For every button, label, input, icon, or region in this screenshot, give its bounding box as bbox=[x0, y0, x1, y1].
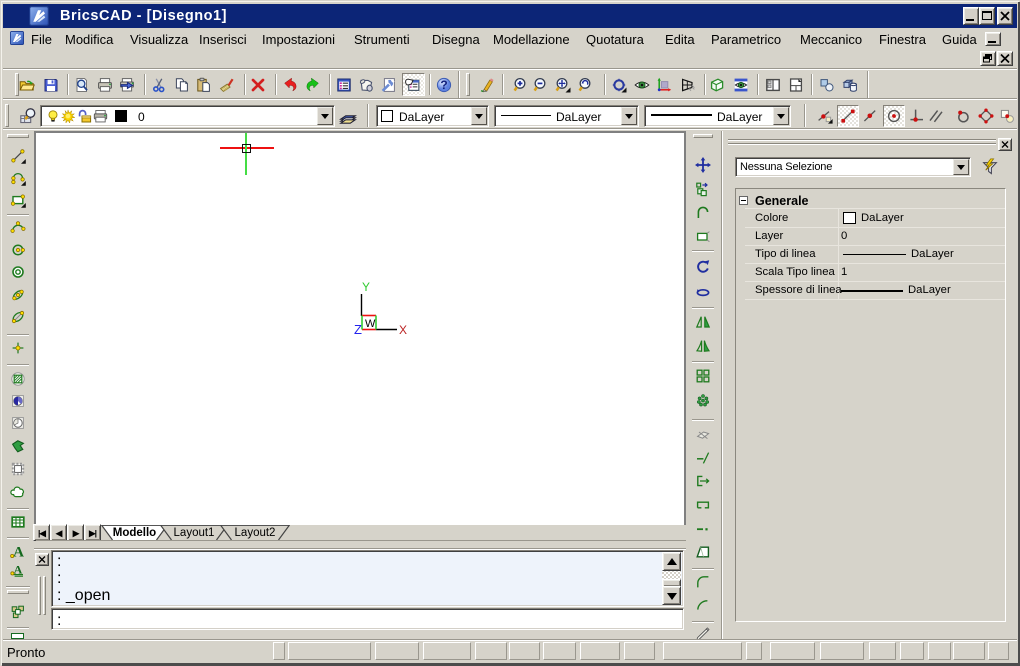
svg-text:Z: Z bbox=[354, 322, 362, 337]
svg-text:W: W bbox=[365, 318, 376, 330]
svg-text:A: A bbox=[13, 544, 24, 559]
svg-text:?: ? bbox=[440, 78, 447, 92]
svg-text:X: X bbox=[399, 323, 407, 337]
svg-text:Y: Y bbox=[362, 280, 370, 294]
